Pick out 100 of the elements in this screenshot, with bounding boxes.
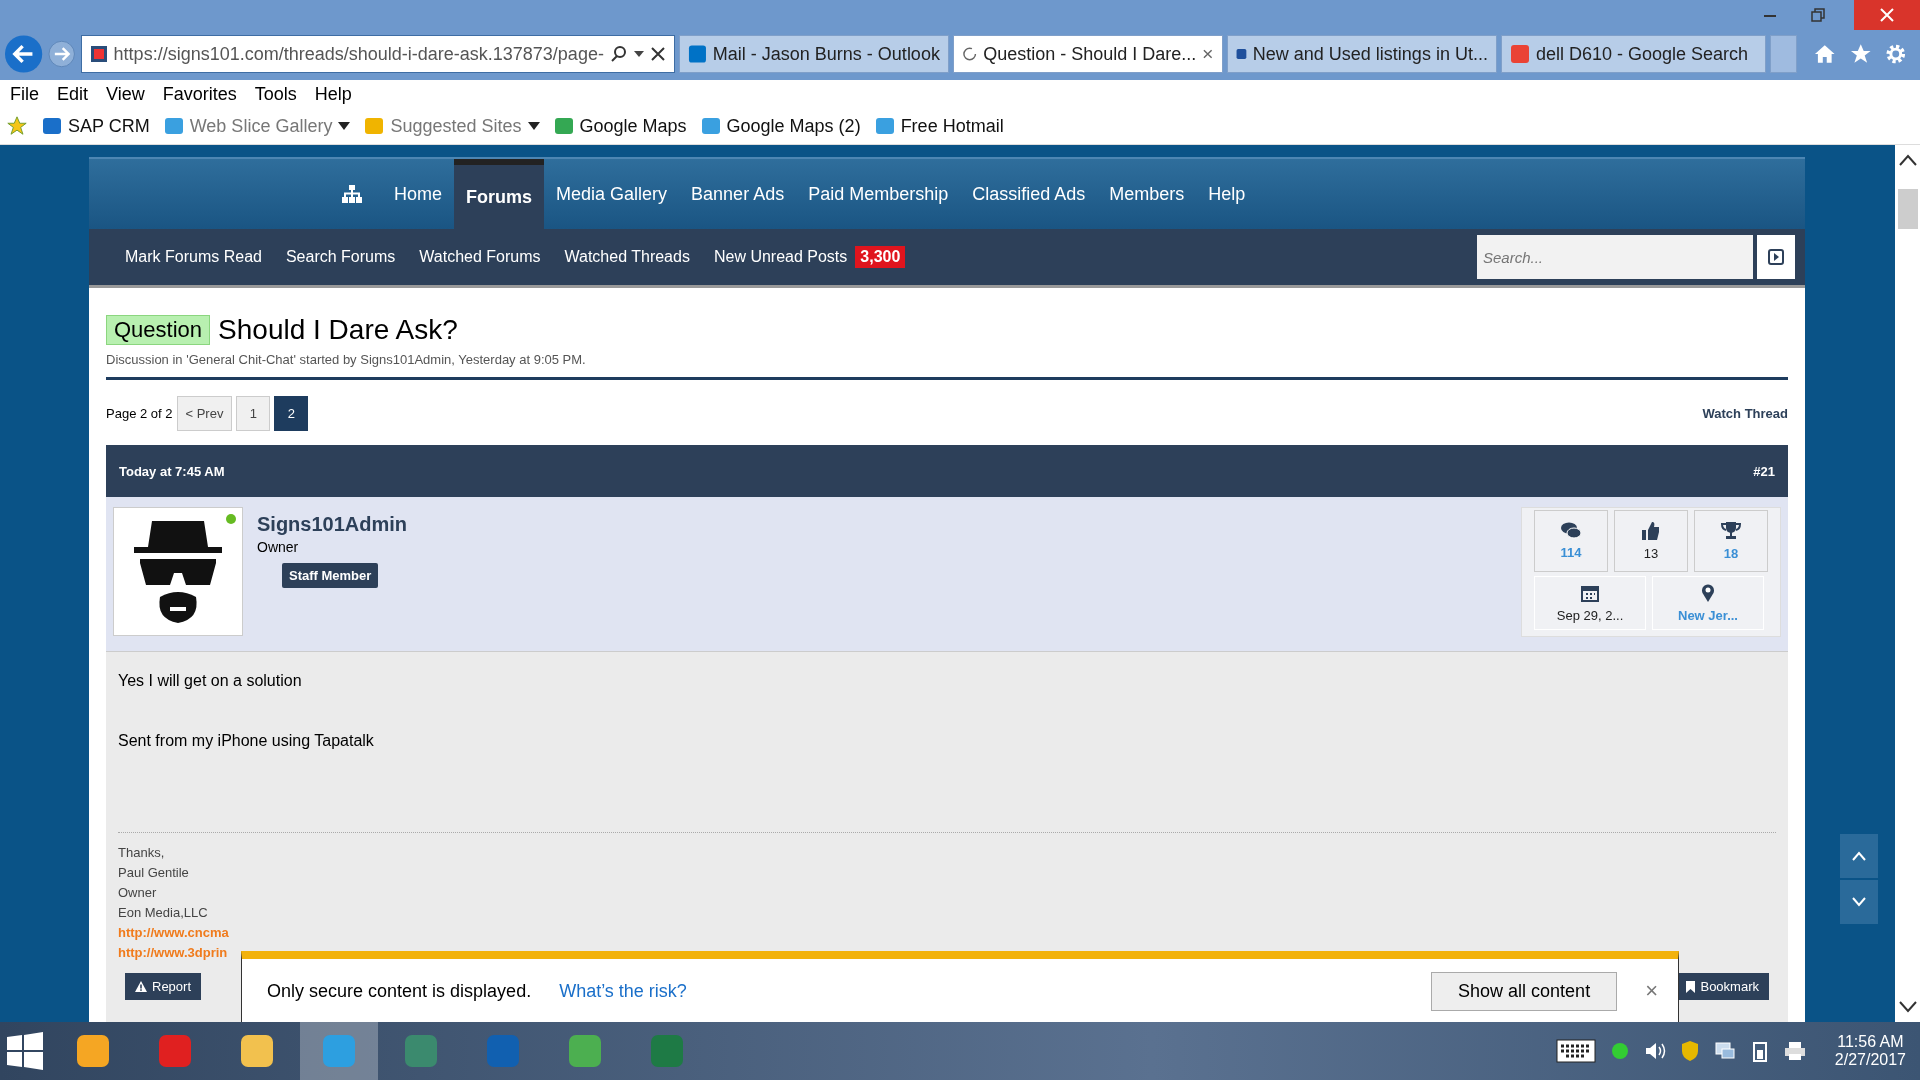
nav-tab[interactable]: Home (382, 159, 454, 229)
risk-link[interactable]: What’s the risk? (559, 980, 687, 1002)
thread-meta: Discussion in 'General Chit-Chat' started by Signs101Admin, Yesterday at 9:05 PM. (106, 352, 587, 367)
favicon-icon (42, 117, 62, 135)
clock-date[interactable]: 2/27/2017 (1834, 1051, 1906, 1069)
menu-item[interactable]: Help (314, 83, 352, 105)
stat-box[interactable]: 13 (1614, 510, 1688, 572)
chevron-down-icon (1852, 897, 1866, 907)
clock-time[interactable]: 11:56 AM (1837, 1033, 1904, 1051)
address-bar[interactable]: https://signs101.com/threads/should-i-dare-ask.137873/page- (80, 35, 675, 73)
subnav-link[interactable]: New Unread Posts (713, 248, 848, 266)
stop-icon[interactable] (649, 46, 666, 62)
location-text: New Jer... (1678, 607, 1738, 623)
show-all-content-button[interactable]: Show all content (1431, 971, 1618, 1011)
menu-item[interactable]: Favorites (162, 83, 237, 105)
bookmark-button[interactable]: Bookmark (1676, 973, 1769, 1000)
loading-icon (961, 46, 978, 62)
nav-tab[interactable]: Members (1097, 159, 1197, 229)
back-icon[interactable] (4, 34, 44, 74)
calendar-icon (1581, 583, 1599, 602)
username-link[interactable]: Signs101Admin (257, 513, 408, 536)
thumbs-up-icon (1642, 521, 1660, 540)
start-icon[interactable] (5, 1031, 45, 1071)
keyboard-icon[interactable] (1555, 1039, 1596, 1063)
subnav-link[interactable]: Watched Forums (419, 248, 541, 266)
page-label: Page 2 of 2 (106, 406, 173, 421)
watch-thread-link[interactable]: Watch Thread (1702, 406, 1788, 421)
restore-icon[interactable] (1810, 7, 1826, 23)
favorite-link[interactable]: Google Maps (553, 115, 687, 137)
favorite-link[interactable]: Free Hotmail (874, 115, 1004, 137)
sitemap-icon[interactable] (342, 185, 362, 203)
printer-icon[interactable] (1783, 1041, 1806, 1061)
signature-line: Paul Gentile (118, 864, 189, 882)
favorite-link[interactable]: SAP CRM (42, 115, 150, 137)
shield-icon[interactable] (1679, 1040, 1700, 1062)
post-date: Today at 7:45 AM (119, 463, 225, 479)
trophy-icon (1721, 521, 1741, 540)
favorite-link[interactable]: Web Slice Gallery (163, 115, 351, 137)
close-tab-icon[interactable] (1202, 48, 1214, 60)
subnav-link[interactable]: Watched Threads (564, 248, 690, 266)
unread-count: 3,300 (855, 246, 906, 268)
search-icon[interactable] (609, 45, 628, 63)
menu-item[interactable]: View (106, 83, 145, 105)
settings-icon[interactable] (1884, 42, 1908, 66)
scrollbar-thumb[interactable] (1897, 189, 1918, 229)
prev-page-button[interactable]: < Prev (176, 396, 233, 431)
dropdown-icon[interactable] (633, 50, 644, 58)
user-role: Owner (257, 539, 299, 555)
caret-icon[interactable] (527, 122, 540, 130)
subnav-link[interactable]: Search Forums (285, 248, 396, 266)
browser-tab[interactable]: dell D610 - Google Search (1500, 35, 1766, 73)
page-button[interactable]: 2 (274, 396, 309, 431)
browser-tab[interactable]: Mail - Jason Burns - Outlook (678, 35, 949, 73)
page-button[interactable]: 1 (236, 396, 271, 431)
subnav-link[interactable]: Mark Forums Read (125, 248, 262, 266)
nav-tab[interactable]: Help (1196, 159, 1258, 229)
thread-title: Should I Dare Ask? (218, 314, 458, 346)
stat-value: 18 (1723, 545, 1739, 561)
browser-tab[interactable]: Question - Should I Dare... (952, 35, 1223, 73)
network-icon[interactable] (1713, 1040, 1736, 1062)
favorite-link[interactable]: Suggested Sites (364, 115, 540, 137)
search-button[interactable] (1757, 235, 1795, 279)
scroll-up-button[interactable] (1840, 834, 1878, 878)
favorites-star-icon[interactable] (6, 115, 28, 137)
favicon-icon (874, 117, 895, 135)
browser-tab[interactable]: New and Used listings in Ut... (1226, 35, 1497, 73)
caret-icon[interactable] (338, 122, 351, 130)
menu-item[interactable]: File (10, 83, 39, 105)
home-icon[interactable] (1813, 42, 1837, 66)
bookmark-icon (1686, 980, 1696, 993)
nav-tab[interactable]: Classified Ads (960, 159, 1098, 229)
prefix-label: Question (106, 315, 211, 345)
status-dot-icon[interactable] (1609, 1041, 1630, 1061)
report-button[interactable]: Report (125, 973, 202, 1000)
menu-item[interactable]: Edit (57, 83, 89, 105)
nav-tab[interactable]: Banner Ads (679, 159, 797, 229)
stat-value: 114 (1560, 545, 1582, 560)
favicon-icon (1509, 44, 1530, 64)
nav-tab[interactable]: Media Gallery (544, 159, 680, 229)
page-icon (89, 45, 108, 63)
menu-item[interactable]: Tools (254, 83, 297, 105)
close-icon (1879, 7, 1895, 23)
forward-icon[interactable] (47, 39, 77, 69)
close-notification-button[interactable]: × (1645, 978, 1658, 1004)
chevron-up-icon (1852, 851, 1866, 861)
signature-line: Thanks, (118, 844, 165, 862)
post-text: Sent from my iPhone using Tapatalk (118, 732, 374, 750)
favicon-icon (687, 44, 707, 64)
nav-tab[interactable]: Forums (454, 159, 545, 229)
post-text: Yes I will get on a solution (118, 672, 302, 690)
nav-tab[interactable]: Paid Membership (796, 159, 961, 229)
map-pin-icon (1701, 583, 1715, 602)
speaker-icon[interactable] (1643, 1041, 1666, 1061)
favorite-link[interactable]: Google Maps (2) (700, 115, 861, 137)
post-number[interactable]: #21 (1753, 463, 1775, 479)
close-button[interactable] (1854, 0, 1920, 30)
scroll-down-button[interactable] (1840, 880, 1878, 924)
avatar-image[interactable] (113, 507, 243, 636)
url-text: https://signs101.com/threads/should-i-dare-ask.137873/page- (113, 43, 604, 65)
search-field[interactable]: Search... (1477, 235, 1753, 279)
